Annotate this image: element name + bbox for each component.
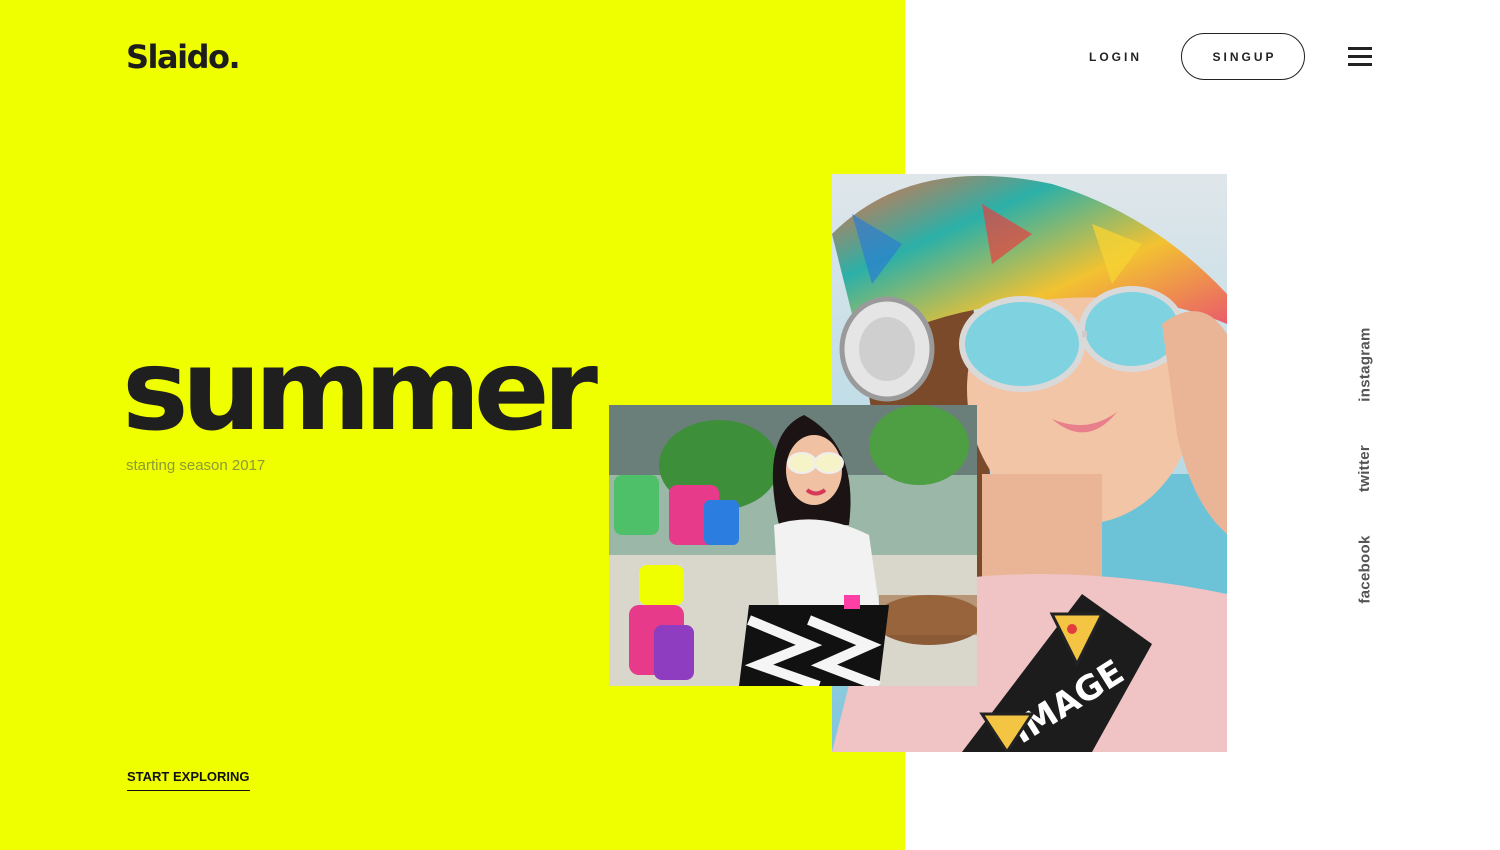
login-link[interactable]: LOGIN <box>1089 50 1142 64</box>
instagram-link[interactable]: instagram <box>1355 325 1375 403</box>
facebook-link[interactable]: facebook <box>1355 533 1375 606</box>
logo[interactable]: Slaido. <box>126 38 241 76</box>
instagram-label[interactable]: instagram <box>1357 327 1374 401</box>
hero-photo-small <box>609 405 977 686</box>
hero-headline: summer <box>122 326 598 456</box>
twitter-link[interactable]: twitter <box>1355 441 1375 495</box>
start-exploring-link[interactable]: START EXPLORING <box>127 769 250 791</box>
signup-button[interactable]: SINGUP <box>1181 33 1305 80</box>
facebook-label[interactable]: facebook <box>1357 535 1374 603</box>
twitter-label[interactable]: twitter <box>1357 444 1374 491</box>
hamburger-menu-icon[interactable] <box>1348 47 1372 66</box>
hero-subheadline: starting season 2017 <box>126 457 266 474</box>
